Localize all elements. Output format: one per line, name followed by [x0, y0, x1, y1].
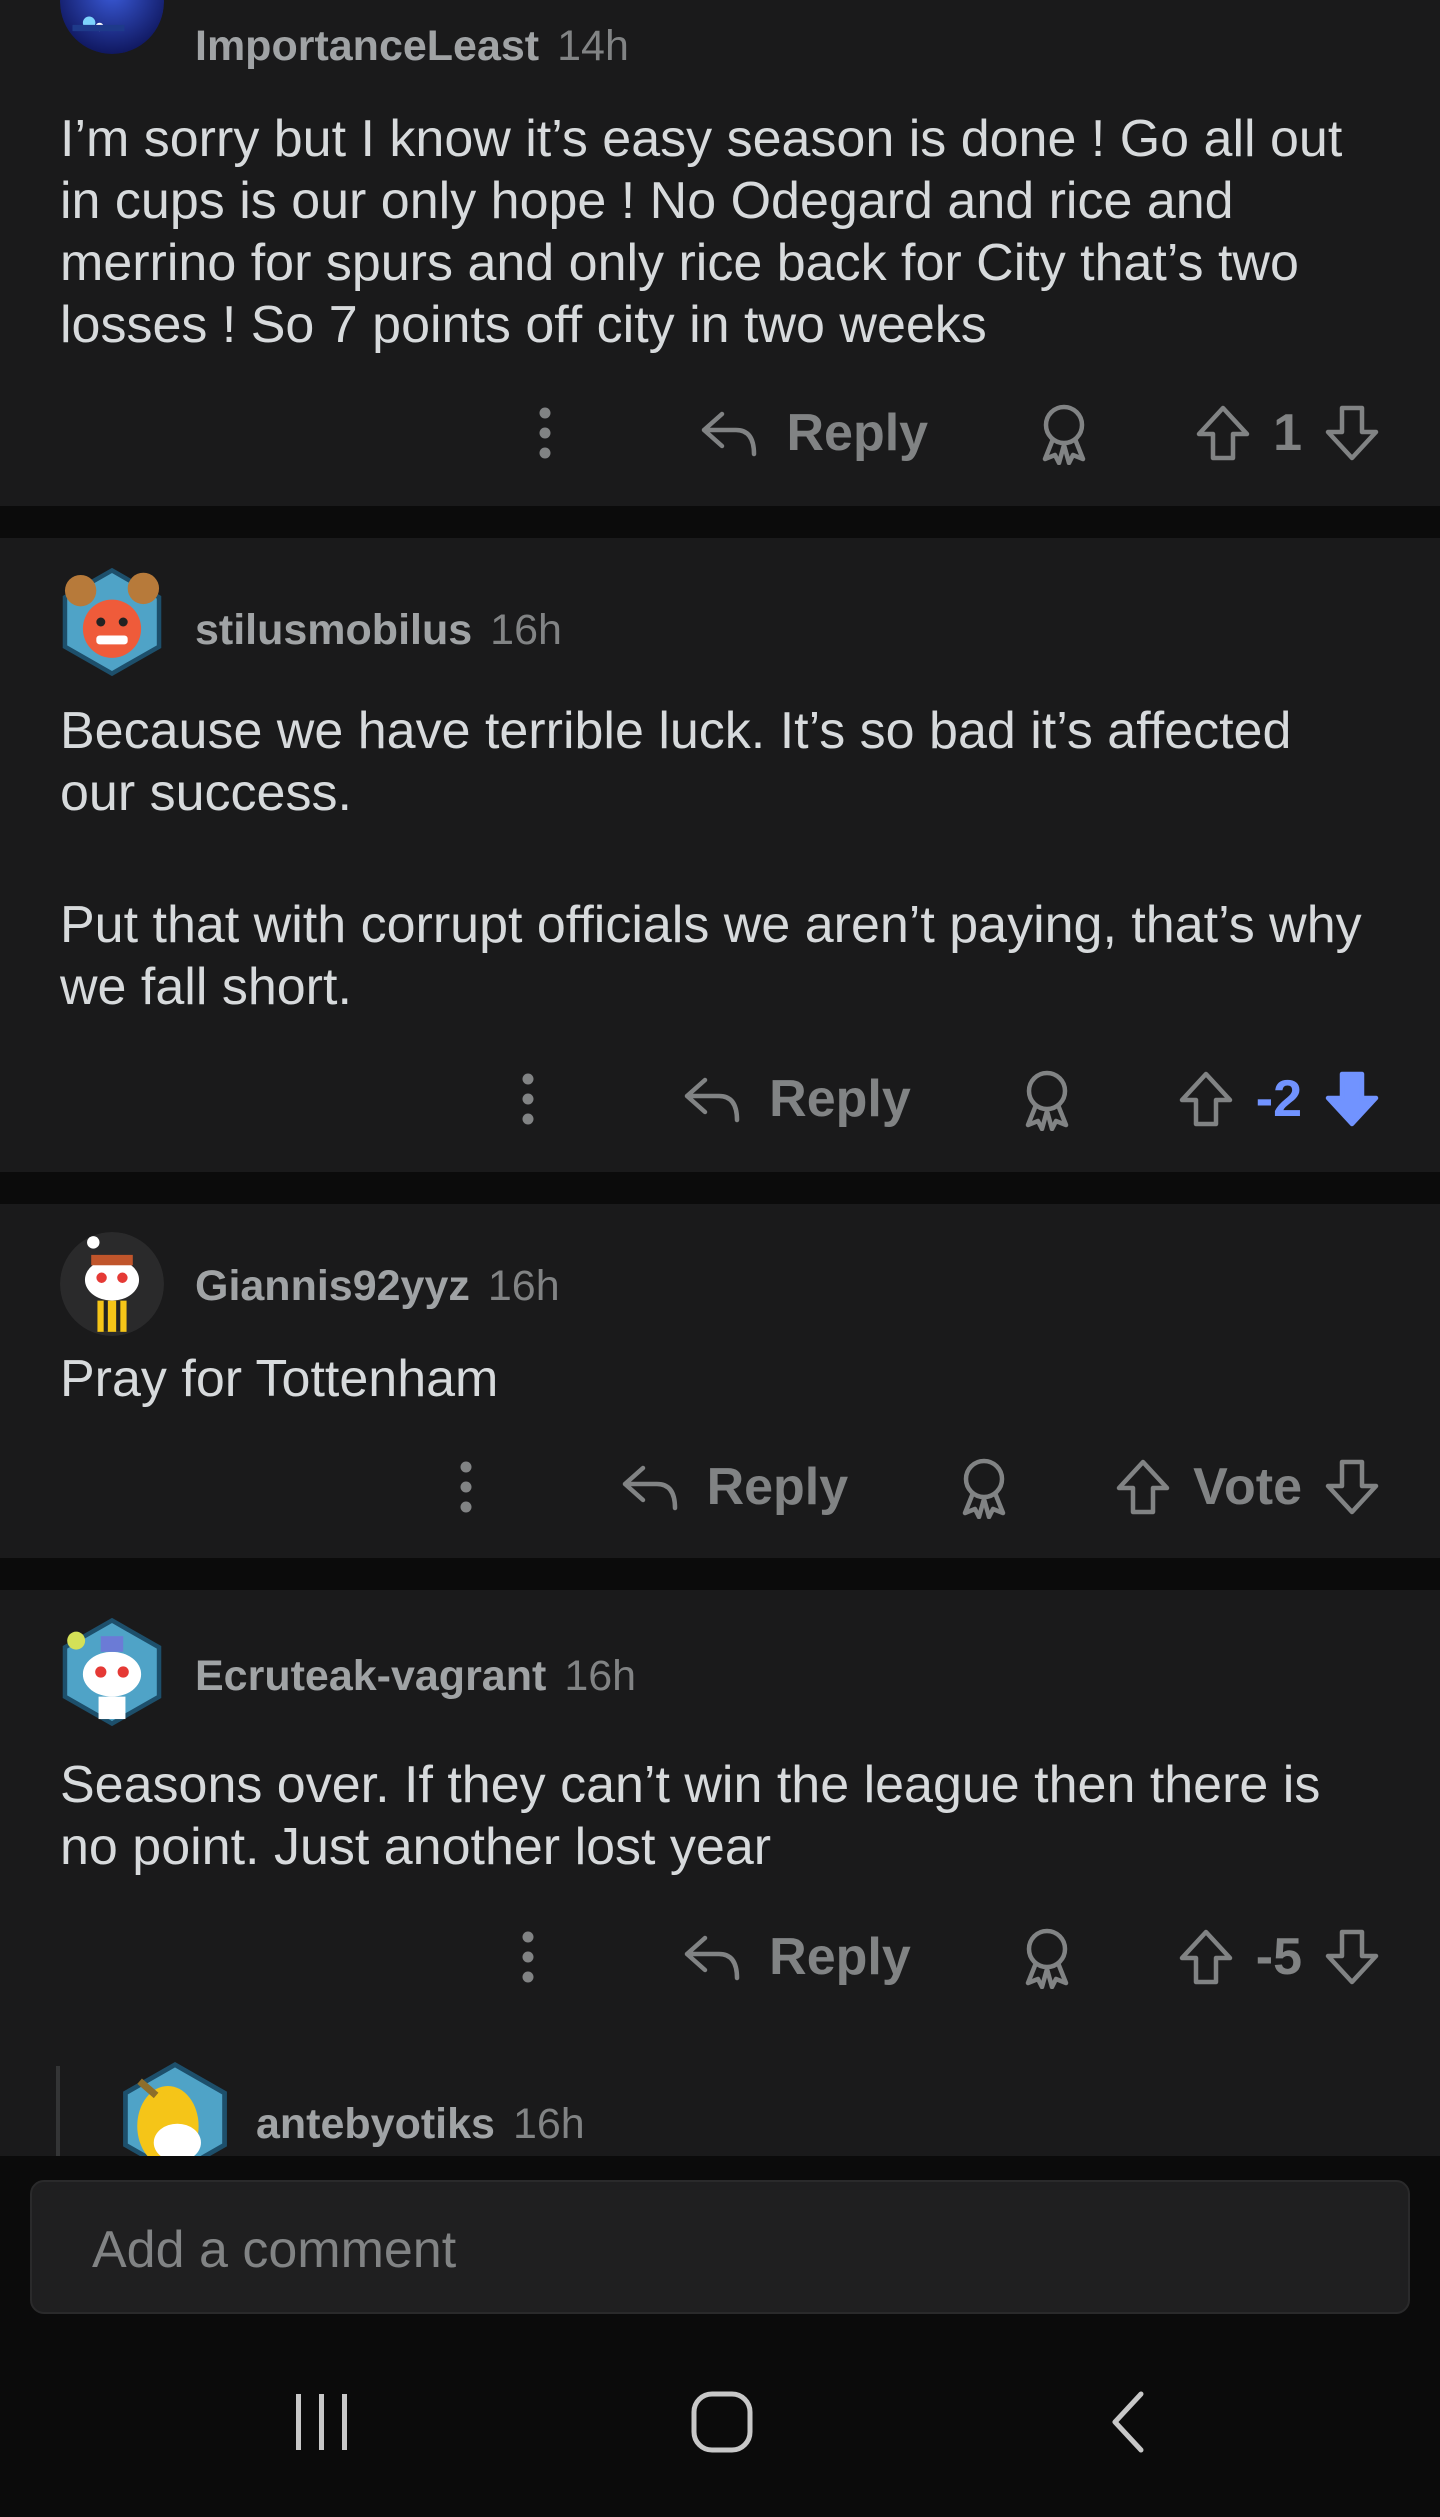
timestamp: 16h — [564, 1652, 637, 1700]
award-icon — [962, 1458, 1006, 1519]
comment-text: Seasons over. If they can’t win the leag… — [60, 1756, 1321, 1876]
downvote-button[interactable] — [1324, 404, 1380, 462]
award-icon — [1025, 1070, 1068, 1131]
downvote-button[interactable] — [1324, 1928, 1380, 1986]
comment-input[interactable]: Add a comment — [30, 2180, 1410, 2314]
username[interactable]: ImportanceLeast — [195, 22, 539, 70]
comment-actions: Reply -5 — [508, 1912, 1380, 2002]
more-vertical-icon — [522, 1931, 534, 1983]
award-button[interactable] — [953, 1455, 1015, 1519]
reply-arrow-icon — [702, 411, 757, 457]
username[interactable]: stilusmobilus — [195, 606, 472, 654]
home-icon — [691, 2391, 753, 2452]
downvote-button[interactable] — [1324, 1070, 1380, 1128]
comment-body: Pray for Tottenham — [60, 1348, 1380, 1410]
more-vertical-icon — [460, 1461, 472, 1513]
timestamp: 16h — [487, 1262, 560, 1310]
comment-body: Seasons over. If they can’t win the leag… — [60, 1754, 1380, 1878]
comment-body: Because we have terrible luck. It’s so b… — [60, 700, 1380, 1018]
downvote-arrow-icon — [1325, 1071, 1379, 1127]
comment-text: Because we have terrible luck. It’s so b… — [60, 702, 1292, 822]
comment-meta: ImportanceLeast 14h — [195, 22, 629, 71]
award-icon — [1042, 404, 1086, 465]
comment-meta: stilusmobilus 16h — [195, 606, 562, 655]
timestamp: 16h — [490, 606, 562, 654]
vote-count: -2 — [1255, 1070, 1302, 1128]
comment-card: Ecruteak-vagrant 16h Seasons over. If the… — [0, 1590, 1440, 2190]
avatar[interactable] — [60, 0, 164, 54]
comment-text: I’m sorry but I know it’s easy season is… — [60, 110, 1343, 354]
vote-count: -5 — [1255, 1928, 1302, 1986]
timestamp: 14h — [557, 22, 629, 70]
upvote-arrow-icon — [1179, 1929, 1232, 1985]
avatar[interactable] — [56, 566, 168, 678]
reply-arrow-icon — [684, 1935, 740, 1981]
comment-meta: antebyotiks 16h — [256, 2100, 585, 2149]
award-button[interactable] — [1016, 1925, 1078, 1989]
upvote-button[interactable] — [1115, 1458, 1171, 1516]
avatar[interactable] — [56, 1616, 168, 1728]
more-options-button[interactable] — [508, 1054, 548, 1144]
username[interactable]: Giannis92yyz — [195, 1262, 470, 1310]
comment-meta: Giannis92yyz 16h — [195, 1262, 560, 1311]
more-options-button[interactable] — [525, 388, 565, 478]
comment-card: ImportanceLeast 14h I’m sorry but I know … — [0, 0, 1440, 506]
avatar[interactable] — [60, 1232, 164, 1336]
comment-text: Put that with corrupt officials we aren’… — [60, 896, 1362, 1016]
recent-apps-button[interactable] — [222, 2326, 422, 2517]
comment-body: I’m sorry but I know it’s easy season is… — [60, 108, 1380, 356]
vote-count: 1 — [1273, 404, 1302, 462]
reply-button[interactable]: Reply — [621, 1457, 848, 1517]
timestamp: 16h — [512, 2100, 585, 2148]
reply-button[interactable]: Reply — [683, 1927, 911, 1987]
reply-arrow-icon — [622, 1465, 677, 1511]
comment-meta: Ecruteak-vagrant 16h — [195, 1652, 636, 1701]
more-vertical-icon — [522, 1073, 534, 1125]
downvote-arrow-icon — [1325, 405, 1379, 461]
back-icon — [1112, 2391, 1144, 2452]
system-nav-bar — [0, 2326, 1440, 2517]
downvote-arrow-icon — [1325, 1459, 1379, 1515]
comment-actions: Reply 1 — [525, 388, 1380, 478]
award-button[interactable] — [1033, 401, 1095, 465]
award-icon — [1025, 1928, 1068, 1989]
reply-button[interactable]: Reply — [683, 1069, 911, 1129]
reply-button[interactable]: Reply — [700, 403, 928, 463]
back-button[interactable] — [1027, 2326, 1227, 2517]
recent-apps-icon — [296, 2393, 347, 2450]
upvote-arrow-icon — [1196, 405, 1250, 461]
upvote-arrow-icon — [1116, 1459, 1170, 1515]
more-options-button[interactable] — [446, 1442, 486, 1532]
comment-card: Giannis92yyz 16h Pray for Tottenham Reply… — [0, 1204, 1440, 1558]
more-options-button[interactable] — [508, 1912, 548, 2002]
comment-text: Pray for Tottenham — [60, 1350, 499, 1408]
more-vertical-icon — [539, 407, 551, 459]
comment-input-placeholder: Add a comment — [92, 2221, 457, 2279]
comment-card: stilusmobilus 16h Because we have terribl… — [0, 538, 1440, 1172]
username[interactable]: antebyotiks — [256, 2100, 495, 2148]
downvote-button[interactable] — [1324, 1458, 1380, 1516]
upvote-arrow-icon — [1179, 1071, 1232, 1127]
upvote-button[interactable] — [1178, 1070, 1234, 1128]
comment-actions: Reply -2 — [508, 1054, 1380, 1144]
reply-arrow-icon — [684, 1077, 740, 1123]
thread-line — [56, 2066, 60, 2158]
home-button[interactable] — [622, 2326, 822, 2517]
award-button[interactable] — [1016, 1067, 1078, 1131]
username[interactable]: Ecruteak-vagrant — [195, 1652, 546, 1700]
vote-label: Vote — [1193, 1458, 1302, 1516]
upvote-button[interactable] — [1195, 404, 1251, 462]
upvote-button[interactable] — [1178, 1928, 1234, 1986]
downvote-arrow-icon — [1325, 1929, 1379, 1985]
comment-actions: Reply Vote — [446, 1442, 1380, 1532]
